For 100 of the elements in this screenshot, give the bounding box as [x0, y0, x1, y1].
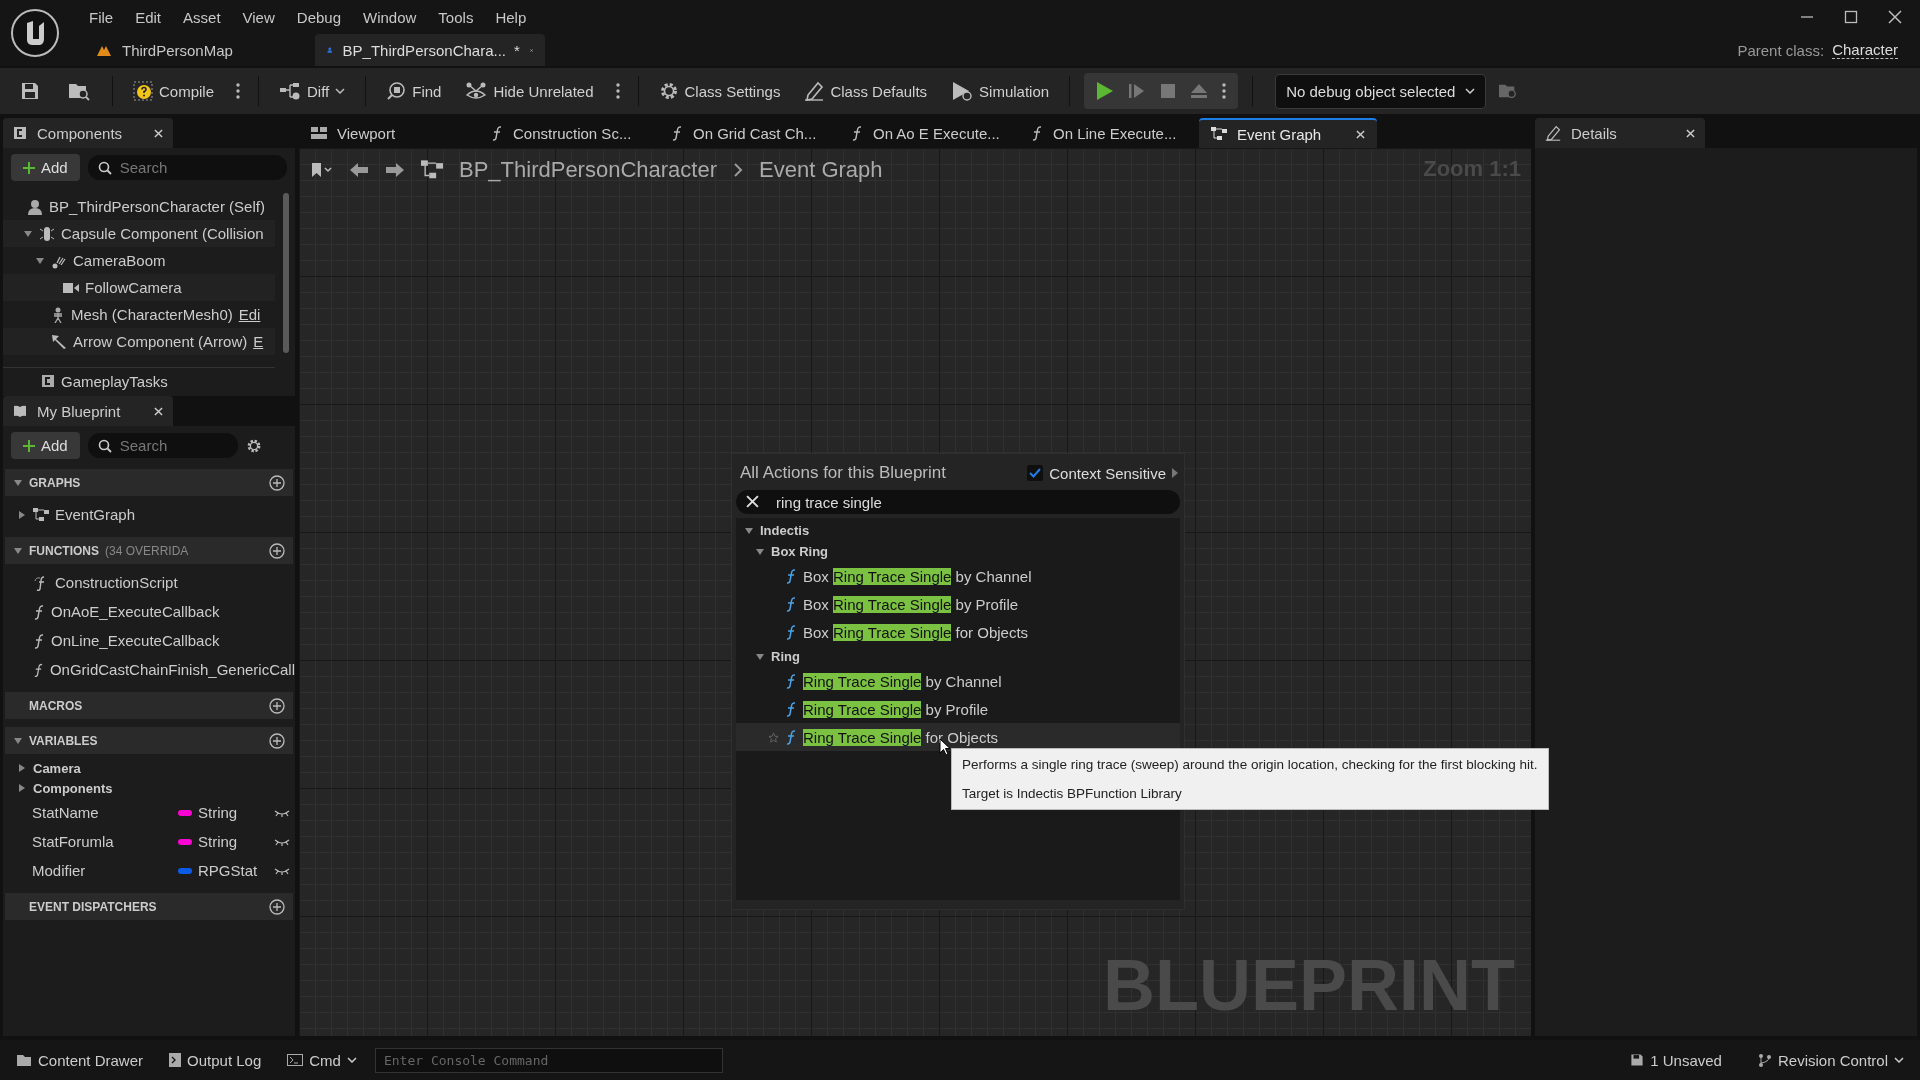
tree-item[interactable]: Capsule Component (Collision — [3, 220, 275, 247]
more-icon[interactable] — [1222, 82, 1227, 100]
document-tab[interactable]: BP_ThirdPersonChara... * — [315, 34, 545, 66]
tree-item[interactable]: Mesh (CharacterMesh0) Edi — [3, 301, 275, 328]
forward-icon[interactable] — [385, 162, 405, 178]
close-icon[interactable] — [1686, 128, 1695, 138]
breadcrumb-item[interactable]: BP_ThirdPersonCharacter — [459, 157, 717, 183]
menu-item[interactable]: Debug — [285, 8, 352, 26]
section-header[interactable]: VARIABLES — [5, 727, 293, 754]
compile-button[interactable]: Compile — [127, 75, 221, 107]
close-icon[interactable] — [1888, 10, 1902, 24]
back-icon[interactable] — [349, 162, 369, 178]
star-icon[interactable] — [768, 731, 779, 743]
graph-tab[interactable]: On Line Execute... — [1019, 118, 1197, 148]
settings-icon[interactable] — [245, 437, 262, 454]
list-item[interactable]: Modifier RPGStat — [3, 856, 295, 885]
components-tab[interactable]: Components — [3, 118, 173, 148]
expander-icon[interactable] — [744, 525, 754, 536]
closed-eye-icon[interactable] — [274, 808, 290, 817]
action-item[interactable]: Ring Trace Single for Objects — [736, 723, 1180, 751]
bookmark-icon[interactable] — [311, 162, 333, 178]
add-icon[interactable] — [269, 732, 285, 749]
menu-item[interactable]: View — [231, 8, 286, 26]
closed-eye-icon[interactable] — [274, 837, 290, 846]
menu-item[interactable]: Help — [484, 8, 538, 26]
tree-item[interactable]: CameraBoom — [3, 247, 275, 274]
variable-type[interactable]: String — [198, 833, 268, 850]
close-icon[interactable] — [154, 406, 163, 416]
search-field[interactable]: Search — [87, 433, 238, 458]
menu-item[interactable]: Tools — [427, 8, 485, 26]
list-item[interactable]: StatName String — [3, 798, 295, 827]
add-icon[interactable] — [269, 474, 285, 491]
maximize-icon[interactable] — [1844, 10, 1858, 24]
graph-tab[interactable]: Construction Sc... — [479, 118, 657, 148]
menu-item[interactable]: Asset — [172, 8, 232, 26]
tree-item[interactable]: Arrow Component (Arrow) E — [3, 328, 275, 355]
action-item[interactable]: Ring Trace Single by Profile — [736, 695, 1180, 723]
expander-icon[interactable] — [755, 546, 765, 557]
engine-logo-icon[interactable] — [10, 8, 60, 58]
list-item[interactable]: Camera — [3, 758, 295, 778]
more-icon[interactable] — [236, 82, 241, 100]
expander-icon[interactable] — [13, 735, 23, 746]
save-icon[interactable] — [20, 81, 40, 101]
parent-class-link[interactable]: Character — [1832, 41, 1898, 59]
checkbox[interactable] — [1027, 465, 1044, 481]
content-drawer-button[interactable]: Content Drawer — [8, 1047, 152, 1073]
my-blueprint-tab[interactable]: My Blueprint — [3, 396, 173, 426]
graph-tab[interactable]: On Ao E Execute... — [839, 118, 1017, 148]
category-item[interactable]: Indectis — [736, 520, 1180, 541]
search-field[interactable]: Search — [87, 155, 287, 180]
action-item[interactable]: Ring Trace Single by Channel — [736, 667, 1180, 695]
graph-tab[interactable]: On Grid Cast Ch... — [659, 118, 837, 148]
expander-icon[interactable] — [13, 545, 23, 556]
list-item[interactable]: OnAoE_ExecuteCallback — [3, 597, 295, 626]
tree-item[interactable]: BP_ThirdPersonCharacter (Self) — [3, 193, 275, 220]
context-sensitive-toggle[interactable]: Context Sensitive — [1027, 464, 1178, 482]
edit-link[interactable]: E — [253, 333, 264, 350]
list-item[interactable]: OnLine_ExecuteCallback — [3, 626, 295, 655]
action-item[interactable]: Box Ring Trace Single by Channel — [736, 562, 1180, 590]
hide-button[interactable]: Hide Unrelated — [459, 75, 600, 107]
category-item[interactable]: Ring — [736, 646, 1180, 667]
action-item[interactable]: Box Ring Trace Single by Profile — [736, 590, 1180, 618]
revision-control-button[interactable]: Revision Control — [1749, 1047, 1912, 1073]
output-log-button[interactable]: Output Log — [161, 1047, 270, 1073]
find-button[interactable]: Find — [380, 75, 448, 107]
cmd-dropdown[interactable]: Cmd — [279, 1047, 365, 1073]
expander-icon[interactable] — [23, 228, 33, 239]
defaults-button[interactable]: Class Defaults — [798, 75, 934, 107]
section-header[interactable]: GRAPHS — [5, 469, 293, 496]
breadcrumb-item[interactable]: Event Graph — [759, 157, 883, 183]
settings-button[interactable]: Class Settings — [652, 75, 787, 107]
expander-icon[interactable] — [17, 763, 27, 773]
add-button[interactable]: Add — [11, 154, 80, 181]
add-icon[interactable] — [269, 697, 285, 714]
search-field[interactable]: ring trace single — [736, 490, 1180, 514]
graph-tab[interactable]: Event Graph — [1199, 118, 1377, 148]
menu-item[interactable]: Edit — [124, 8, 173, 26]
expander-icon[interactable] — [13, 477, 23, 488]
tree-item[interactable]: FollowCamera — [3, 274, 275, 301]
add-button[interactable]: Add — [11, 432, 80, 459]
menu-item[interactable]: Window — [352, 8, 428, 26]
debug-object-dropdown[interactable]: No debug object selected — [1275, 73, 1487, 109]
simulation-button[interactable]: Simulation — [945, 75, 1056, 107]
list-item[interactable]: EventGraph — [3, 500, 295, 529]
list-item[interactable]: ConstructionScript — [3, 568, 295, 597]
list-item[interactable]: StatForumla String — [3, 827, 295, 856]
play-icon[interactable] — [1096, 81, 1115, 101]
expander-icon[interactable] — [17, 783, 27, 793]
folder-search-icon[interactable] — [68, 81, 90, 101]
stop-icon[interactable] — [1160, 83, 1177, 99]
close-icon[interactable] — [1356, 129, 1365, 139]
list-item[interactable]: OnGridCastChainFinish_GenericCall — [3, 655, 295, 684]
clear-icon[interactable] — [746, 495, 759, 508]
add-icon[interactable] — [269, 898, 285, 915]
add-icon[interactable] — [269, 542, 285, 559]
diff-button[interactable]: Diff — [273, 76, 352, 106]
expander-icon[interactable] — [17, 509, 27, 520]
document-tab[interactable]: ThirdPersonMap — [84, 34, 309, 66]
list-item[interactable]: Components — [3, 778, 295, 798]
section-header[interactable]: MACROS — [5, 692, 293, 719]
